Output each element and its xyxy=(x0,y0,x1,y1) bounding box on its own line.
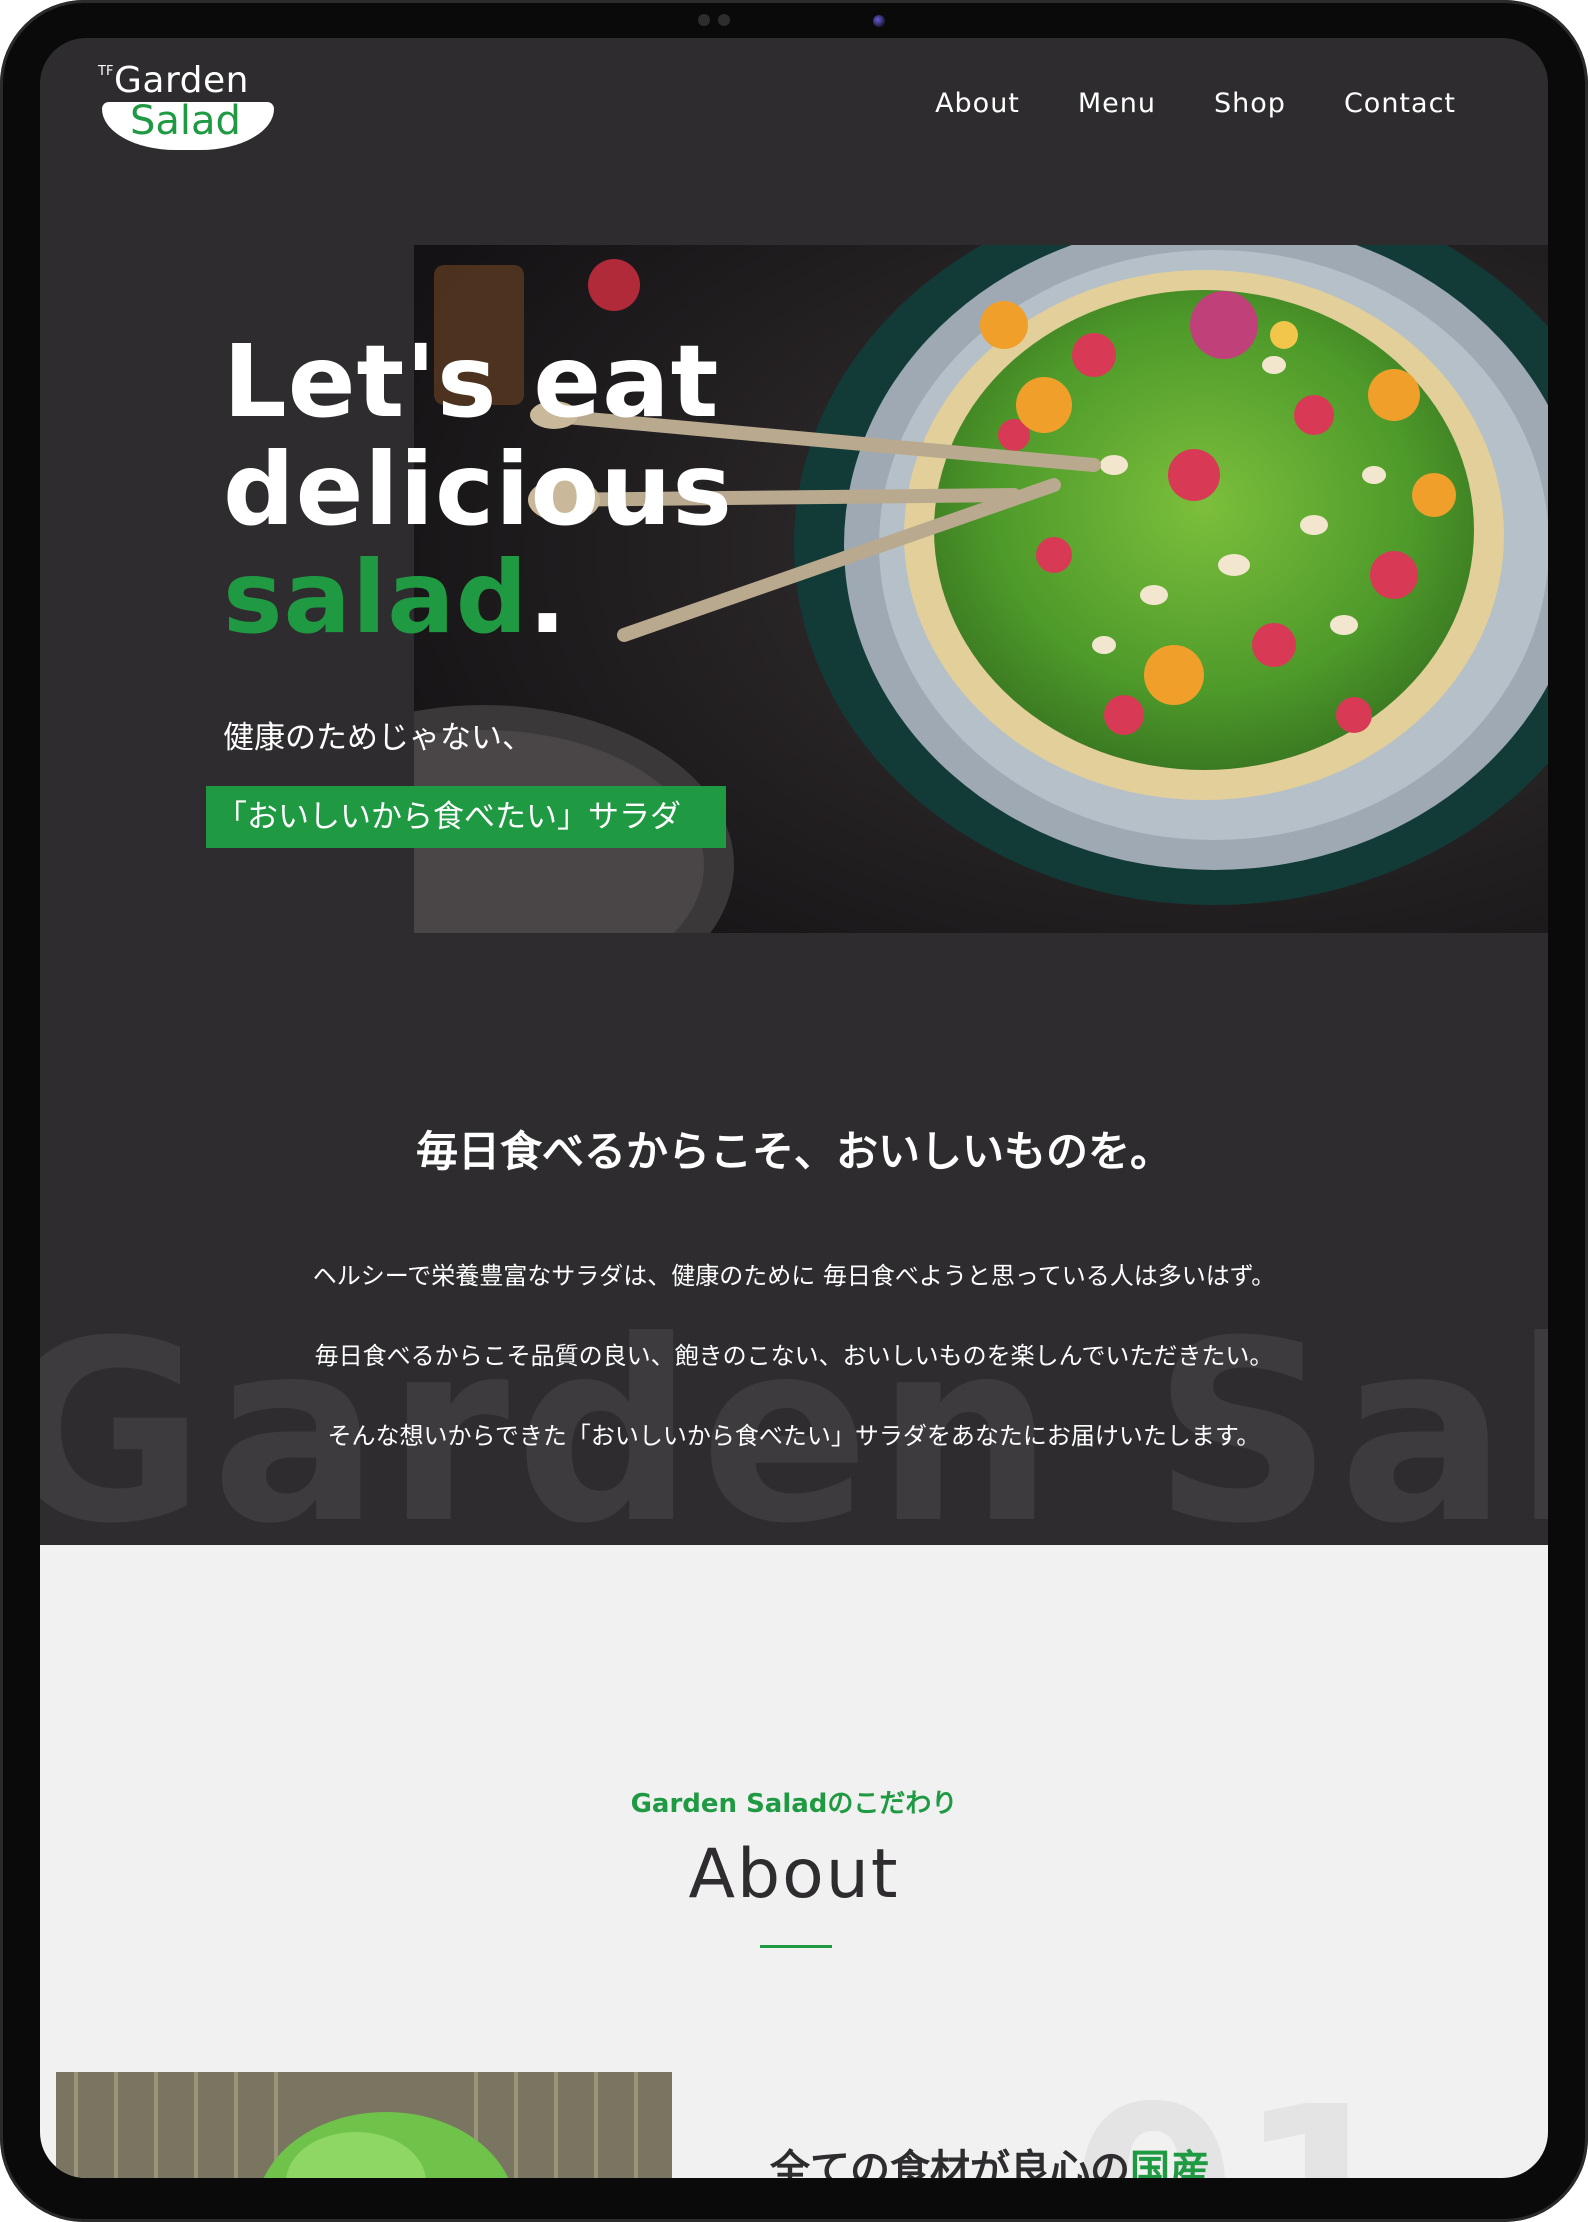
intro-paragraph-2: 毎日食べるからこそ品質の良い、飽きのこない、おいしいものを楽しんでいただきたい。 xyxy=(314,1342,1274,1370)
camera-icon xyxy=(873,15,885,27)
main-nav: About Menu Shop Contact xyxy=(935,88,1456,119)
screen: Garden Salad TF Garden Salad About Menu … xyxy=(40,38,1548,2178)
hero-line-3-end: . xyxy=(528,539,568,656)
logo-tf: TF xyxy=(98,64,114,79)
logo[interactable]: TF Garden Salad xyxy=(98,60,278,156)
nav-menu[interactable]: Menu xyxy=(1078,88,1156,119)
nav-shop[interactable]: Shop xyxy=(1214,88,1286,119)
hero-line-2: delicious xyxy=(223,431,733,548)
tablet-frame: Garden Salad TF Garden Salad About Menu … xyxy=(0,0,1588,2222)
about-heading-green: 国産 xyxy=(1130,2147,1210,2178)
nav-about[interactable]: About xyxy=(935,88,1020,119)
dark-section: Garden Salad TF Garden Salad About Menu … xyxy=(40,38,1548,1545)
intro-heading: 毎日食べるからこそ、おいしいものを。 xyxy=(415,1127,1172,1176)
hero-line-1: Let's eat xyxy=(223,323,720,440)
hero-badge: 「おいしいから食べたい」サラダ xyxy=(206,786,726,848)
hero-title: Let's eat delicious salad. xyxy=(223,328,733,652)
about-title: About xyxy=(688,1835,900,1914)
about-heading: 全ての食材が良心の国産 xyxy=(770,2137,1210,2178)
about-section: Garden Saladのこだわり About 01 xyxy=(40,1545,1548,2178)
nav-contact[interactable]: Contact xyxy=(1344,88,1456,119)
hero-line-3: salad xyxy=(223,539,529,656)
logo-salad: Salad xyxy=(130,98,241,144)
about-heading-plain: 全ての食材が良心の xyxy=(770,2147,1130,2178)
about-divider xyxy=(760,1945,832,1948)
logo-garden: Garden xyxy=(114,60,249,101)
sensor-dots xyxy=(698,14,730,26)
about-kicker: Garden Saladのこだわり xyxy=(630,1789,958,1819)
hero-subtitle: 健康のためじゃない、 xyxy=(223,720,533,756)
about-lettuce-image xyxy=(56,2072,672,2178)
intro-paragraph-1: ヘルシーで栄養豊富なサラダは、健康のために 毎日食べようと思っている人は多いはず… xyxy=(312,1262,1276,1290)
intro-paragraph-3: そんな想いからできた「おいしいから食べたい」サラダをあなたにお届けいたします。 xyxy=(327,1422,1261,1450)
